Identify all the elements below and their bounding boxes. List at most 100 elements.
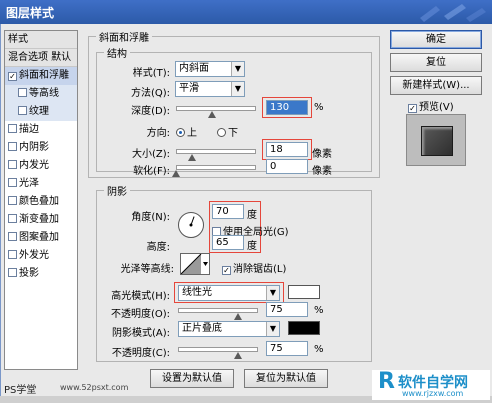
- chevron-down-icon: ▼: [231, 82, 244, 96]
- shadow-opacity-unit: %: [314, 344, 324, 355]
- styles-item-label: 内发光: [19, 160, 49, 171]
- highlight-color-swatch[interactable]: [288, 285, 320, 299]
- gloss-contour-picker[interactable]: [180, 253, 210, 275]
- depth-slider-thumb[interactable]: [208, 111, 216, 118]
- highlight-opacity-slider-thumb[interactable]: [234, 313, 242, 320]
- highlight-mode-label: 高光模式(H):: [111, 291, 170, 302]
- style-label: 样式(T):: [132, 68, 170, 79]
- anti-aliased-checkbox[interactable]: ✓ 消除锯齿(L): [222, 260, 286, 275]
- direction-down-radio[interactable]: 下: [217, 124, 238, 139]
- styles-item-label: 光泽: [19, 178, 39, 189]
- size-input[interactable]: 18: [266, 142, 308, 157]
- styles-item[interactable]: 光泽: [5, 175, 77, 193]
- soften-input[interactable]: 0: [266, 159, 308, 174]
- reset-default-button[interactable]: 复位为默认值: [244, 369, 328, 388]
- highlight-opacity-input[interactable]: 75: [266, 302, 308, 317]
- checkbox-icon[interactable]: [8, 250, 17, 259]
- structure-title: 结构: [104, 45, 130, 60]
- preview-checkbox[interactable]: ✓ 预览(V): [408, 98, 454, 113]
- technique-dropdown-value: 平滑: [179, 83, 199, 94]
- title-bar: 图层样式: [0, 0, 492, 24]
- make-default-button[interactable]: 设置为默认值: [150, 369, 234, 388]
- reset-button[interactable]: 复位: [390, 53, 482, 72]
- ok-button[interactable]: 确定: [390, 30, 482, 49]
- checkbox-icon: ✓: [222, 266, 231, 275]
- highlight-opacity-unit: %: [314, 305, 324, 316]
- soften-slider-thumb[interactable]: [172, 170, 180, 177]
- technique-label: 方法(Q):: [130, 88, 170, 99]
- preview-thumbnail: [406, 114, 466, 166]
- chevron-down-icon: ▼: [266, 322, 279, 336]
- checkbox-icon[interactable]: [8, 178, 17, 187]
- direction-up-label: 上: [187, 128, 197, 139]
- styles-item-label: 颜色叠加: [19, 196, 59, 207]
- checkbox-icon[interactable]: [8, 268, 17, 277]
- shadow-mode-label: 阴影模式(A):: [111, 328, 170, 339]
- checkbox-icon[interactable]: [8, 214, 17, 223]
- styles-item[interactable]: 渐变叠加: [5, 211, 77, 229]
- styles-item[interactable]: 纹理: [5, 103, 77, 121]
- checkbox-icon[interactable]: [8, 160, 17, 169]
- shadow-mode-dropdown[interactable]: 正片叠底 ▼: [178, 321, 280, 337]
- direction-down-label: 下: [228, 128, 238, 139]
- checkbox-icon[interactable]: [8, 196, 17, 205]
- contour-curve-icon: [180, 253, 208, 275]
- checkbox-icon[interactable]: [8, 124, 17, 133]
- checkbox-icon[interactable]: [18, 106, 27, 115]
- altitude-label: 高度:: [146, 242, 170, 253]
- styles-item[interactable]: 描边: [5, 121, 77, 139]
- styles-item-label: 内阴影: [19, 142, 49, 153]
- styles-panel: 样式 混合选项 默认 ✓ 斜面和浮雕 等高线 纹理 描边内阴影内发光光泽颜色叠加渐变叠加…: [4, 30, 78, 370]
- soften-slider-track[interactable]: [176, 165, 256, 170]
- technique-dropdown[interactable]: 平滑 ▼: [175, 81, 245, 97]
- checkbox-icon: ✓: [408, 104, 417, 113]
- radio-icon: [176, 128, 185, 137]
- altitude-input[interactable]: 65: [212, 235, 244, 250]
- shadow-opacity-label: 不透明度(C):: [111, 348, 170, 359]
- styles-item[interactable]: 外发光: [5, 247, 77, 265]
- angle-label: 角度(N):: [131, 212, 170, 223]
- altitude-unit: 度: [247, 241, 257, 252]
- blending-options-item[interactable]: 混合选项 默认: [5, 49, 77, 67]
- new-style-button[interactable]: 新建样式(W)...: [390, 76, 482, 95]
- styles-item[interactable]: 等高线: [5, 85, 77, 103]
- styles-item[interactable]: 内阴影: [5, 139, 77, 157]
- shadow-opacity-input[interactable]: 75: [266, 341, 308, 356]
- depth-slider-track[interactable]: [176, 106, 256, 111]
- checkbox-icon[interactable]: ✓: [8, 72, 17, 81]
- highlight-opacity-slider-track[interactable]: [178, 308, 258, 313]
- styles-item[interactable]: 内发光: [5, 157, 77, 175]
- soften-label: 软化(F):: [133, 166, 170, 177]
- styles-item-label: 外发光: [19, 250, 49, 261]
- size-label: 大小(Z):: [131, 149, 170, 160]
- highlight-opacity-label: 不透明度(O):: [110, 309, 170, 320]
- checkbox-icon[interactable]: [8, 142, 17, 151]
- highlight-mode-dropdown[interactable]: 线性光 ▼: [178, 285, 280, 301]
- watermark-middle: www.52psxt.com: [60, 383, 129, 392]
- styles-item[interactable]: 颜色叠加: [5, 193, 77, 211]
- styles-item[interactable]: ✓ 斜面和浮雕: [5, 67, 77, 85]
- styles-item[interactable]: 图案叠加: [5, 229, 77, 247]
- shadow-opacity-slider-thumb[interactable]: [234, 352, 242, 359]
- shadow-opacity-slider-track[interactable]: [178, 347, 258, 352]
- styles-item-label: 投影: [19, 268, 39, 279]
- styles-item[interactable]: 投影: [5, 265, 77, 283]
- highlight-mode-value: 线性光: [182, 287, 212, 298]
- style-dropdown[interactable]: 内斜面 ▼: [175, 61, 245, 77]
- direction-up-radio[interactable]: 上: [176, 124, 197, 139]
- shadow-color-swatch[interactable]: [288, 321, 320, 335]
- anti-aliased-label: 消除锯齿(L): [233, 264, 287, 275]
- checkbox-icon[interactable]: [8, 232, 17, 241]
- size-slider-thumb[interactable]: [188, 154, 196, 161]
- angle-unit: 度: [247, 210, 257, 221]
- styles-header[interactable]: 样式: [5, 31, 77, 49]
- angle-dial[interactable]: [178, 212, 204, 238]
- windows-logo-icon: [420, 4, 486, 22]
- checkbox-icon[interactable]: [18, 88, 27, 97]
- gloss-contour-label: 光泽等高线:: [120, 264, 174, 275]
- depth-input[interactable]: 130: [266, 100, 308, 115]
- window-title: 图层样式: [6, 6, 55, 20]
- radio-icon: [217, 128, 226, 137]
- angle-input[interactable]: 70: [212, 204, 244, 219]
- preview-label: 预览(V): [419, 102, 454, 113]
